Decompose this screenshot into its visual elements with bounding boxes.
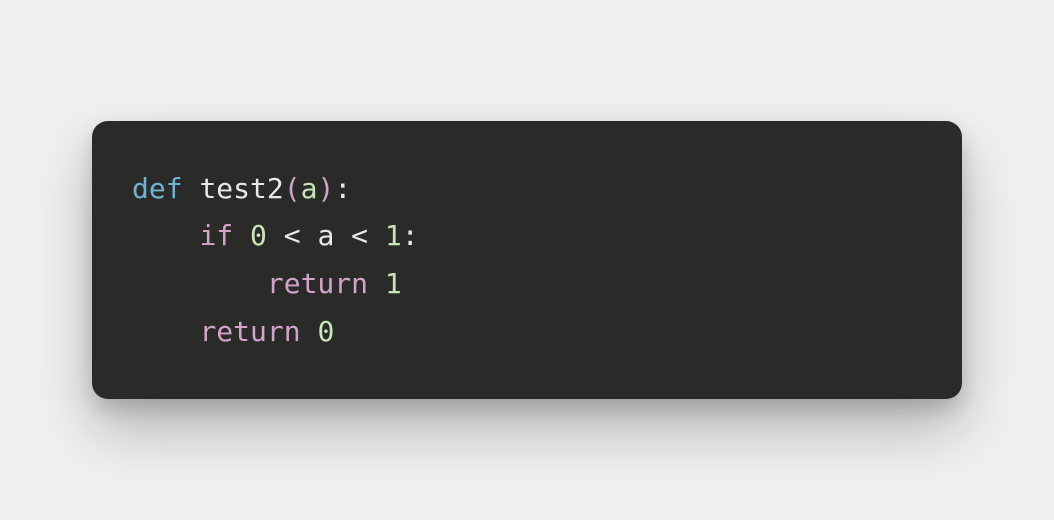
code-token: return [199,315,317,348]
code-token: < [267,219,318,252]
code-line: return 1 [132,260,922,308]
code-line: if 0 < a < 1: [132,212,922,260]
code-token: : [334,172,351,205]
code-token: 1 [385,219,402,252]
code-token: a [301,172,318,205]
code-token: : [402,219,419,252]
code-token: ) [317,172,334,205]
code-block: def test2(a): if 0 < a < 1: return 1 ret… [92,121,962,399]
code-token: 0 [250,219,267,252]
code-token: 0 [317,315,334,348]
code-token: test2 [199,172,283,205]
code-token: ( [284,172,301,205]
code-token: def [132,172,199,205]
code-token: a [317,219,334,252]
code-line: def test2(a): [132,165,922,213]
code-token: return [267,267,385,300]
code-token: 1 [385,267,402,300]
code-token: if [199,219,250,252]
code-token: < [334,219,385,252]
code-container: def test2(a): if 0 < a < 1: return 1 ret… [132,165,922,355]
code-line: return 0 [132,308,922,356]
